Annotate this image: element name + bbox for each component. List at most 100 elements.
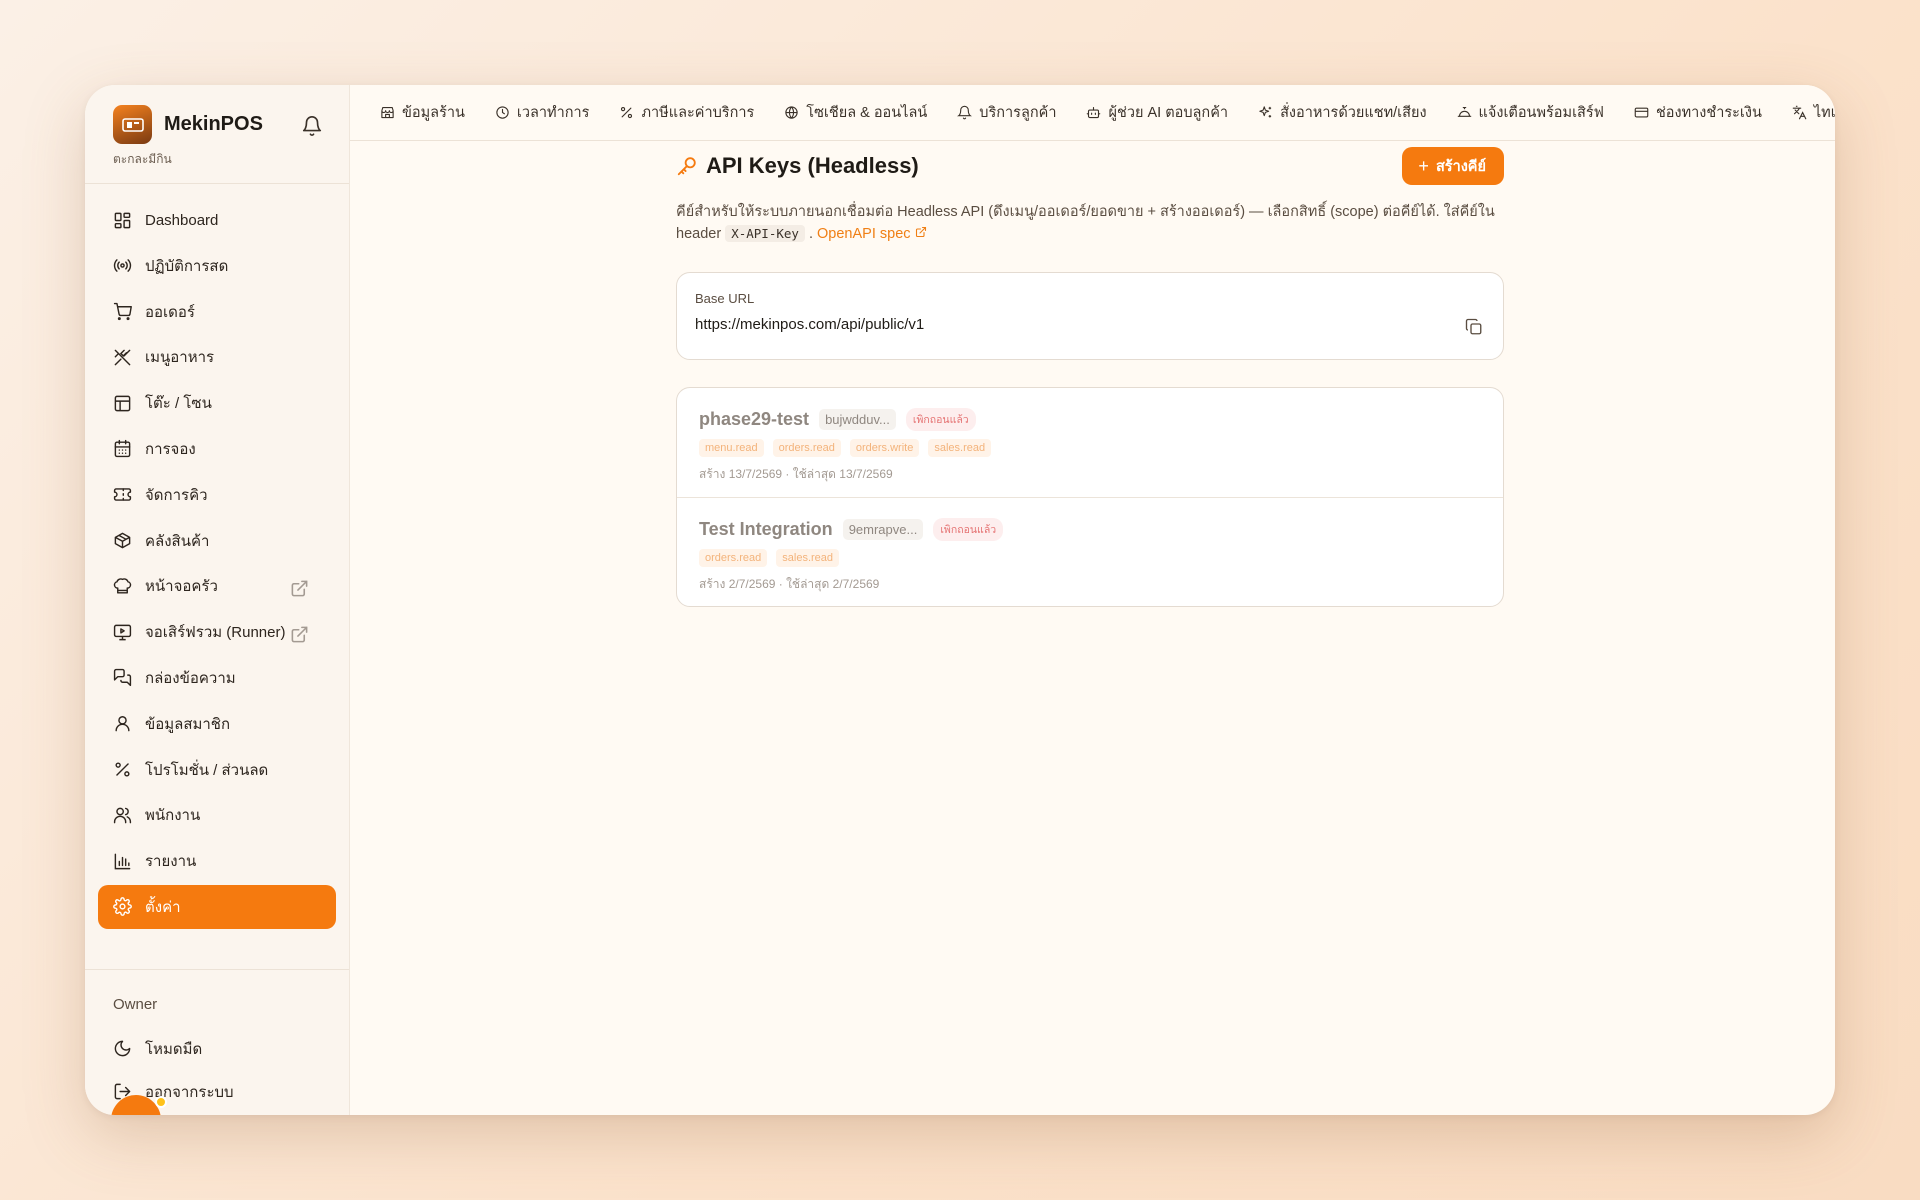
app-window: MekinPOS ตะกละมีกิน Dashboard ปฏิบัติการ… (85, 85, 1835, 1115)
dark-mode-label: โหมดมืด (145, 1040, 203, 1058)
store-icon (381, 106, 394, 119)
key-name: Test Integration (699, 519, 833, 539)
sidebar-item-orders[interactable]: ออเดอร์ (98, 290, 336, 334)
bar-chart-icon (114, 853, 131, 869)
dark-mode-toggle[interactable]: โหมดมืด (113, 1027, 321, 1070)
sidebar-item-label: จัดการคิว (145, 486, 208, 504)
tab-label: เวลาทำการ (516, 105, 590, 121)
tab-customer-service[interactable]: บริการลูกค้า (957, 101, 1056, 124)
tab-label: ช่องทางชำระเงิน (1655, 105, 1762, 121)
key-meta: สร้าง 13/7/2569 · ใช้ล่าสุด 13/7/2569 (699, 467, 893, 481)
globe-icon (785, 106, 798, 119)
messages-icon (113, 669, 132, 687)
sidebar-item-label: Dashboard (145, 211, 219, 229)
tab-chat-voice-order[interactable]: สั่งอาหารด้วยแชท/เสียง (1258, 101, 1427, 124)
table-icon (114, 395, 131, 412)
notification-bell-icon[interactable] (301, 115, 323, 137)
external-link-icon (915, 226, 926, 238)
monitor-play-icon (113, 624, 132, 641)
key-prefix: bujwdduv... (819, 409, 896, 430)
sidebar-item-label: พนักงาน (145, 807, 201, 825)
revoked-badge: เพิกถอนแล้ว (933, 518, 1004, 541)
sidebar-item-label: โปรโมชั่น / ส่วนลด (145, 761, 269, 779)
sidebar: MekinPOS ตะกละมีกิน Dashboard ปฏิบัติการ… (85, 85, 350, 1115)
sidebar-item-label: จอเสิร์ฟรวม (Runner) (145, 624, 286, 642)
sidebar-item-queue[interactable]: จัดการคิว (98, 473, 336, 517)
sidebar-item-kitchen-display[interactable]: หน้าจอครัว (98, 564, 336, 608)
description-separator: . (804, 226, 818, 242)
scope-list: orders.read sales.read (699, 549, 1481, 567)
sidebar-item-members[interactable]: ข้อมูลสมาชิก (98, 702, 336, 746)
base-url-card: Base URL https://mekinpos.com/api/public… (676, 272, 1504, 360)
calendar-icon (114, 440, 131, 458)
tab-social-online[interactable]: โซเชียล & ออนไลน์ (784, 101, 927, 124)
sidebar-item-label: การจอง (145, 440, 196, 458)
sidebar-item-menu[interactable]: เมนูอาหาร (98, 335, 336, 379)
tab-payment-channels[interactable]: ช่องทางชำระเงิน (1634, 101, 1762, 124)
ticket-icon (113, 488, 132, 502)
scope-tag: sales.read (928, 439, 992, 457)
sidebar-item-dashboard[interactable]: Dashboard (98, 198, 336, 242)
sidebar-item-inbox[interactable]: กล่องข้อความ (98, 656, 336, 700)
sidebar-item-staff[interactable]: พนักงาน (98, 793, 336, 837)
percent-icon (115, 762, 130, 777)
api-keys-list: phase29-test bujwdduv... เพิกถอนแล้ว men… (676, 387, 1504, 607)
sidebar-item-settings[interactable]: ตั้งค่า (98, 884, 336, 929)
tab-store-info[interactable]: ข้อมูลร้าน (380, 101, 465, 124)
tab-label: ภาษีและค่าบริการ (641, 105, 755, 121)
brand-header: MekinPOS ตะกละมีกิน (85, 85, 349, 184)
brand-logo (113, 105, 152, 144)
external-link-icon (291, 626, 308, 643)
sidebar-item-reports[interactable]: รายงาน (98, 839, 336, 883)
tab-business-hours[interactable]: เวลาทำการ (495, 101, 590, 124)
tab-label: โซเชียล & ออนไลน์ (806, 105, 928, 121)
sidebar-item-promotions[interactable]: โปรโมชั่น / ส่วนลด (98, 748, 336, 792)
tab-tax-service[interactable]: ภาษีและค่าบริการ (619, 101, 754, 124)
sidebar-item-runner-display[interactable]: จอเสิร์ฟรวม (Runner) (98, 610, 336, 654)
users-icon (113, 807, 132, 824)
tab-label: ข้อมูลร้าน (402, 105, 465, 121)
tab-label: สั่งอาหารด้วยแชท/เสียง (1280, 105, 1427, 121)
plus-icon: + (1418, 155, 1429, 176)
logo-icon (121, 117, 144, 132)
revoked-badge: เพิกถอนแล้ว (905, 408, 976, 431)
sidebar-item-label: หน้าจอครัว (145, 578, 218, 596)
tab-label: บริการลูกค้า (979, 105, 1057, 121)
moon-icon (114, 1040, 131, 1057)
tab-label: แจ้งเตือนพร้อมเสิร์ฟ (1478, 105, 1604, 121)
cart-icon (113, 302, 132, 321)
api-key-row[interactable]: Test Integration 9emrapve... เพิกถอนแล้ว… (677, 497, 1503, 606)
tab-ai-assistant[interactable]: ผู้ช่วย AI ตอบลูกค้า (1086, 101, 1228, 124)
notification-dot (155, 1096, 167, 1108)
sidebar-item-label: ปฏิบัติการสด (145, 257, 229, 275)
base-url-label: Base URL (695, 291, 755, 306)
percent-icon (621, 106, 633, 119)
sidebar-item-label: คลังสินค้า (145, 532, 210, 550)
sidebar-item-label: ข้อมูลสมาชิก (145, 715, 231, 733)
sidebar-item-inventory[interactable]: คลังสินค้า (98, 519, 336, 563)
sidebar-item-label: รายงาน (145, 853, 197, 871)
key-name: phase29-test (699, 409, 810, 429)
sidebar-nav: Dashboard ปฏิบัติการสด ออเดอร์ เมนูอาหาร… (85, 184, 349, 929)
scope-tag: menu.read (699, 439, 764, 457)
languages-icon (1792, 105, 1807, 120)
sidebar-item-reservations[interactable]: การจอง (98, 427, 336, 471)
scope-tag: sales.read (776, 549, 840, 567)
create-key-button[interactable]: + สร้างคีย์ (1402, 147, 1504, 185)
settings-tabs: ข้อมูลร้าน เวลาทำการ ภาษีและค่าบริการ โซ… (350, 85, 1835, 141)
sidebar-item-tables[interactable]: โต๊ะ / โซน (98, 381, 336, 425)
cloche-icon (1457, 106, 1471, 117)
create-key-label: สร้างคีย์ (1435, 158, 1486, 175)
sidebar-item-live-operations[interactable]: ปฏิบัติการสด (98, 244, 336, 288)
tab-language[interactable]: ไทเ (1792, 101, 1835, 124)
sidebar-item-label: กล่องข้อความ (145, 669, 236, 687)
scope-tag: orders.write (849, 439, 920, 457)
openapi-spec-link[interactable]: OpenAPI spec (817, 226, 927, 242)
tab-ready-notification[interactable]: แจ้งเตือนพร้อมเสิร์ฟ (1457, 101, 1604, 124)
sidebar-item-label: ออเดอร์ (145, 303, 195, 321)
sidebar-item-label: โต๊ะ / โซน (145, 395, 212, 413)
page-title-text: API Keys (Headless) (706, 153, 919, 178)
api-key-row[interactable]: phase29-test bujwdduv... เพิกถอนแล้ว men… (677, 388, 1503, 497)
bell-icon (957, 105, 973, 120)
copy-icon[interactable] (1465, 318, 1483, 336)
